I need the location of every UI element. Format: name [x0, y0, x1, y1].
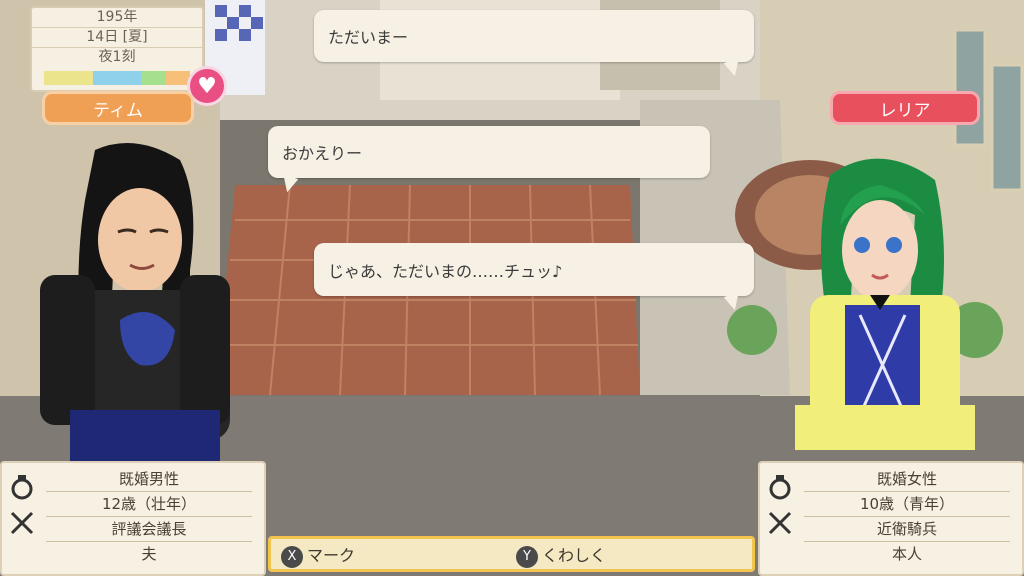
- character-relia: [795, 158, 975, 450]
- info-job: 近衛騎兵: [804, 517, 1010, 542]
- speech-text: ただいまー: [328, 28, 409, 47]
- ring-icon: [769, 475, 791, 500]
- info-job: 評議会議長: [46, 517, 252, 542]
- info-panel-tim: 既婚男性 12歳（壮年） 評議会議長 夫: [0, 461, 266, 576]
- season-segment: [68, 71, 93, 85]
- info-age: 12歳（壮年）: [46, 492, 252, 517]
- swords-icon: [10, 511, 34, 535]
- details-label: くわしく: [542, 546, 607, 565]
- mark-label: マーク: [307, 546, 356, 565]
- ring-icon: [11, 475, 33, 500]
- info-relation: 夫: [141, 545, 157, 563]
- info-age: 10歳（青年）: [804, 492, 1010, 517]
- x-button-icon: X: [281, 545, 303, 568]
- calendar-time: 夜1刻: [98, 49, 136, 65]
- nameplate-relia: レリア: [830, 91, 980, 125]
- speech-text: おかえりー: [282, 144, 363, 163]
- speech-bubble-3: じゃあ、ただいまの……チュッ♪: [314, 243, 754, 313]
- nameplate-tim: ティム: [42, 91, 194, 125]
- season-segment: [92, 71, 117, 85]
- season-strip: [44, 71, 190, 85]
- speech-bubble-2: おかえりー: [268, 126, 710, 195]
- details-button[interactable]: Y くわしく: [516, 544, 606, 568]
- action-bar: X マーク Y くわしく: [268, 536, 755, 572]
- y-button-icon: Y: [516, 545, 538, 568]
- season-segment: [44, 71, 69, 85]
- mark-button[interactable]: X マーク: [281, 544, 355, 568]
- calendar-year: 195年: [32, 8, 202, 28]
- info-status: 既婚男性: [46, 467, 252, 492]
- calendar-day: 14日 [夏]: [32, 28, 202, 48]
- calendar-panel: 195年 14日 [夏] 夜1刻: [30, 6, 204, 92]
- info-status: 既婚女性: [804, 467, 1010, 492]
- season-segment: [116, 71, 142, 85]
- info-relation: 本人: [891, 545, 922, 563]
- speech-text: じゃあ、ただいまの……チュッ♪: [328, 261, 563, 281]
- season-segment: [141, 71, 166, 85]
- info-panel-relia: 既婚女性 10歳（青年） 近衛騎兵 本人: [758, 461, 1024, 576]
- swords-icon: [768, 511, 792, 535]
- speech-bubble-1: ただいまー: [314, 10, 754, 79]
- character-tim: [40, 142, 230, 470]
